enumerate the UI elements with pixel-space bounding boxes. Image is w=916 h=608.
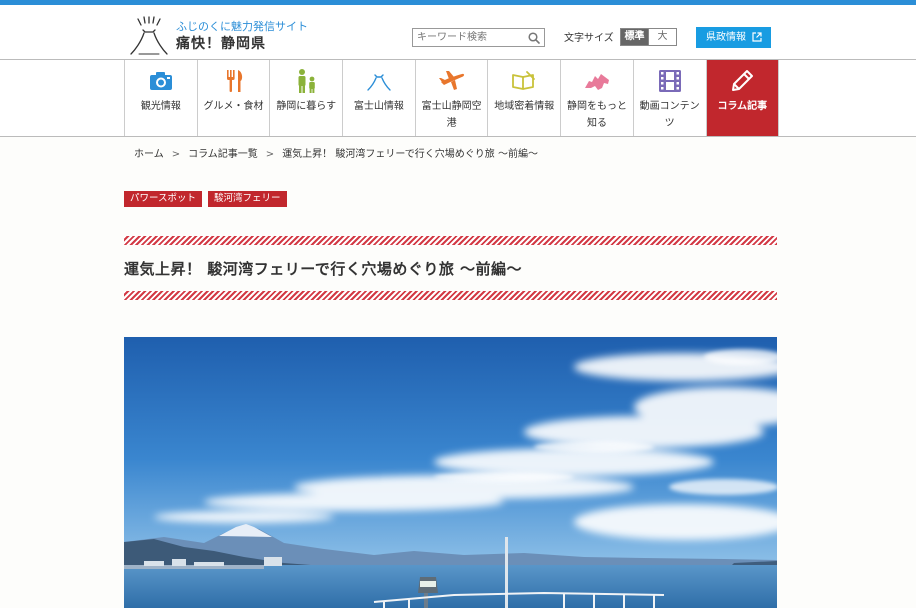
prefecture-info-button[interactable]: 県政情報 [696, 27, 771, 48]
breadcrumb-separator: > [171, 149, 181, 160]
search-box [412, 28, 545, 47]
nav-label: 動画コンテンツ [639, 101, 700, 129]
breadcrumb-separator: > [265, 149, 275, 160]
tag-suruga-ferry[interactable]: 駿河湾フェリー [208, 191, 287, 207]
font-size-standard-button[interactable]: 標準 [620, 28, 649, 46]
pencil-icon [732, 70, 754, 91]
film-icon [658, 70, 681, 92]
nav-item-mt-fuji[interactable]: 富士山情報 [343, 60, 416, 136]
font-size-label: 文字サイズ [564, 33, 614, 44]
search-icon[interactable] [527, 31, 541, 45]
nav-label: 静岡をもっと知る [566, 101, 627, 129]
nav-item-living[interactable]: 静岡に暮らす [270, 60, 344, 136]
article-tags: パワースポット 駿河湾フェリー [124, 191, 287, 207]
title-stripe-bottom [124, 291, 777, 300]
nav-item-airport[interactable]: 富士山静岡空港 [416, 60, 489, 136]
nav-label: 観光情報 [140, 101, 181, 112]
nav-item-local-info[interactable]: 地域密着情報 [488, 60, 562, 136]
nav-item-sightseeing[interactable]: 観光情報 [125, 60, 198, 136]
breadcrumb-column-list[interactable]: コラム記事一覧 [188, 149, 258, 160]
site-logo-icon[interactable] [129, 16, 169, 58]
shizuoka-map-icon [584, 74, 609, 90]
fork-knife-icon [226, 70, 242, 92]
article-title: 運気上昇！ 駿河湾フェリーで行く穴場めぐり旅 ～前編～ [124, 260, 523, 278]
mount-fuji-icon [367, 74, 391, 91]
title-stripe-top [124, 236, 777, 245]
font-size-large-button[interactable]: 大 [648, 28, 677, 46]
nav-label: 富士山静岡空港 [421, 101, 482, 129]
external-link-icon [752, 32, 762, 42]
global-nav-list: 観光情報 グルメ・食材 静岡に暮らす 富士山情報 富士山静岡空港 地域密着情報 … [124, 60, 780, 136]
search-input[interactable] [413, 29, 523, 46]
breadcrumb: ホーム > コラム記事一覧 > 運気上昇！ 駿河湾フェリーで行く穴場めぐり旅 ～前編～ [134, 145, 538, 160]
nav-item-gourmet[interactable]: グルメ・食材 [198, 60, 271, 136]
book-icon [512, 71, 536, 90]
nav-item-column[interactable]: コラム記事 [706, 60, 780, 136]
nav-label: グルメ・食材 [203, 101, 264, 112]
nav-label: 静岡に暮らす [276, 101, 337, 112]
nav-label: コラム記事 [717, 101, 768, 112]
prefecture-info-label: 県政情報 [706, 32, 746, 43]
nav-label: 地域密着情報 [494, 101, 555, 112]
nav-item-videos[interactable]: 動画コンテンツ [634, 60, 707, 136]
site-name[interactable]: 痛快！静岡県 [176, 33, 266, 53]
family-icon [298, 69, 316, 93]
breadcrumb-current: 運気上昇！ 駿河湾フェリーで行く穴場めぐり旅 ～前編～ [282, 149, 538, 160]
camera-icon [149, 72, 172, 90]
airplane-icon [438, 71, 464, 90]
nav-label: 富士山情報 [353, 101, 404, 112]
breadcrumb-home[interactable]: ホーム [134, 149, 164, 160]
nav-item-know-shizuoka[interactable]: 静岡をもっと知る [561, 60, 634, 136]
hero-photo-mt-fuji-ferry [124, 337, 777, 608]
global-nav: 観光情報 グルメ・食材 静岡に暮らす 富士山情報 富士山静岡空港 地域密着情報 … [0, 59, 916, 137]
site-tagline: ふじのくに魅力発信サイト [176, 20, 308, 33]
site-header: ふじのくに魅力発信サイト 痛快！静岡県 文字サイズ 標準 大 県政情報 [0, 5, 916, 60]
tag-power-spot[interactable]: パワースポット [124, 191, 203, 207]
